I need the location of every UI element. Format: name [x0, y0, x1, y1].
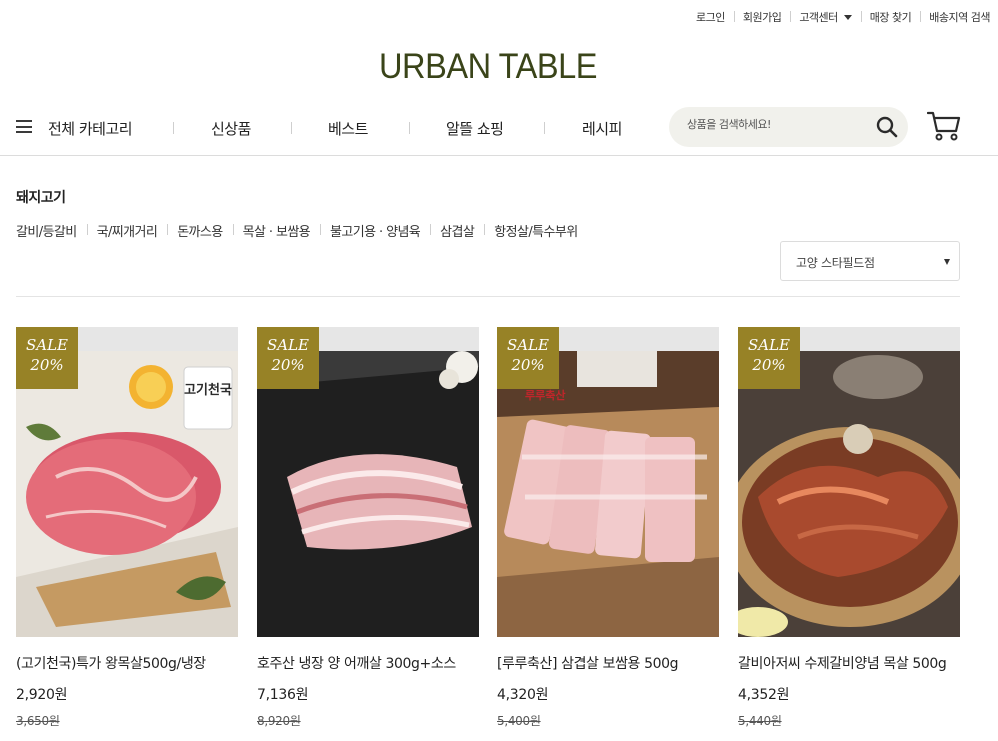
cart-icon[interactable]	[927, 110, 961, 142]
delivery-area-link[interactable]: 배송지역 검색	[920, 9, 990, 25]
product-card[interactable]: SALE 20% 갈비아저씨 수제갈비양념 목살 500g 4,352원 5,44…	[738, 327, 960, 729]
product-name[interactable]: 호주산 냉장 양 어깨살 300g+소스	[257, 653, 479, 673]
subcategory-bulgogi[interactable]: 불고기용 · 양념육	[320, 221, 430, 240]
product-name[interactable]: (고기천국)특가 왕목살500g/냉장	[16, 653, 238, 673]
brand-stamp-text: 고기천국	[184, 383, 232, 398]
product-card[interactable]: SALE 20% 호주산 냉장 양 어깨살 300g+소스 7,136원 8,92…	[257, 327, 479, 729]
nav-divider	[409, 122, 410, 134]
product-name[interactable]: [루루축산] 삼겹살 보쌈용 500g	[497, 653, 719, 673]
nav-new-products[interactable]: 신상품	[211, 118, 251, 139]
sale-label: SALE	[266, 336, 310, 354]
nav-bargain-shopping[interactable]: 알뜰 쇼핑	[446, 118, 504, 139]
nav-divider	[544, 122, 545, 134]
all-category-menu[interactable]: 전체 카테고리	[48, 118, 133, 139]
subcategory-cutlet[interactable]: 돈까스용	[167, 221, 232, 240]
nav-divider	[173, 122, 174, 134]
nav-recipe[interactable]: 레시피	[582, 118, 622, 139]
section-divider	[16, 296, 960, 297]
sale-badge: SALE 20%	[497, 327, 559, 389]
discount-rate: 20%	[30, 356, 64, 374]
product-image[interactable]: SALE 20%	[738, 327, 960, 637]
brand-image-text: 루루축산	[525, 388, 565, 402]
product-image[interactable]: 고기천국 SALE 20%	[16, 327, 238, 637]
subcategory-pork-belly[interactable]: 삼겹살	[430, 221, 484, 240]
discount-rate: 20%	[752, 356, 786, 374]
store-select-value: 고양 스타필드점	[796, 256, 875, 270]
delivery-area-label: 배송지역 검색	[929, 11, 990, 24]
dropdown-arrow-icon	[944, 259, 950, 265]
subcategory-neck-bossam[interactable]: 목살 · 보쌈용	[232, 221, 320, 240]
sale-badge: SALE 20%	[257, 327, 319, 389]
subcategory-stew[interactable]: 국/찌개거리	[86, 221, 168, 240]
subcategory-ribs[interactable]: 갈비/등갈비	[16, 221, 87, 240]
main-nav: 전체 카테고리 신상품 베스트 알뜰 쇼핑 레시피	[0, 104, 998, 156]
category-title: 돼지고기	[16, 190, 66, 206]
store-select[interactable]: 고양 스타필드점	[780, 241, 960, 281]
discount-rate: 20%	[511, 356, 545, 374]
sale-label: SALE	[25, 336, 69, 354]
product-name[interactable]: 갈비아저씨 수제갈비양념 목살 500g	[738, 653, 960, 673]
nav-divider	[291, 122, 292, 134]
product-original-price: 3,650원	[16, 714, 60, 728]
product-card[interactable]: 루루축산 SALE 20% [루루축산] 삼겹살 보쌈용 500g 4,320원 …	[497, 327, 719, 729]
search-icon[interactable]	[876, 116, 898, 138]
signup-link-label: 회원가입	[742, 11, 782, 24]
site-logo[interactable]: URBAN TABLE	[34, 47, 942, 87]
search-box	[669, 107, 908, 147]
customer-center-link[interactable]: 고객센터	[790, 9, 860, 25]
sale-badge: SALE 20%	[738, 327, 800, 389]
customer-center-label: 고객센터	[799, 11, 838, 24]
login-link[interactable]: 로그인	[687, 9, 734, 25]
product-price: 2,920원	[16, 687, 68, 703]
store-finder-link[interactable]: 매장 찾기	[860, 9, 920, 25]
product-original-price: 8,920원	[257, 714, 301, 728]
product-image[interactable]: 루루축산 SALE 20%	[497, 327, 719, 637]
product-original-price: 5,400원	[497, 714, 541, 728]
product-original-price: 5,440원	[738, 714, 782, 728]
subcategory-special-cuts[interactable]: 항정살/특수부위	[484, 221, 587, 240]
subcategory-list: 갈비/등갈비 국/찌개거리 돈까스용 목살 · 보쌈용 불고기용 · 양념육 삼…	[16, 221, 588, 240]
nav-best[interactable]: 베스트	[328, 118, 368, 139]
store-finder-label: 매장 찾기	[869, 11, 912, 24]
hamburger-menu-icon[interactable]	[16, 120, 32, 133]
product-image[interactable]: SALE 20%	[257, 327, 479, 637]
product-price: 4,320원	[497, 687, 549, 703]
chevron-down-icon	[843, 14, 852, 20]
product-price: 7,136원	[257, 687, 309, 703]
login-link-label: 로그인	[695, 11, 725, 24]
sale-badge: SALE 20%	[16, 327, 78, 389]
discount-rate: 20%	[271, 356, 305, 374]
utility-bar: 로그인 회원가입 고객센터 매장 찾기 배송지역 검색	[687, 9, 990, 25]
sale-label: SALE	[506, 336, 550, 354]
search-input[interactable]	[687, 118, 867, 131]
product-card[interactable]: 고기천국 SALE 20% (고기천국)특가 왕목살500g/냉장 2,920원 …	[16, 327, 238, 729]
product-price: 4,352원	[738, 687, 790, 703]
sale-label: SALE	[747, 336, 791, 354]
signup-link[interactable]: 회원가입	[733, 9, 790, 25]
